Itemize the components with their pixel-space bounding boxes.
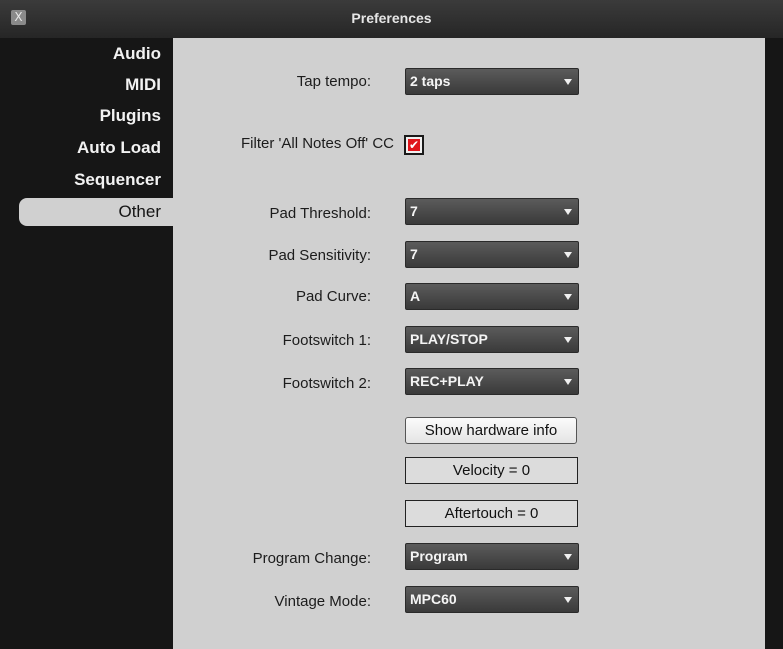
- sidebar-item-other[interactable]: Other: [19, 198, 173, 226]
- sidebar-item-plugins[interactable]: Plugins: [100, 102, 161, 130]
- pad-curve-label: Pad Curve:: [295, 288, 371, 305]
- chevron-down-icon: [564, 79, 572, 85]
- tap-tempo-label: Tap tempo:: [296, 73, 371, 90]
- pad-curve-value: A: [410, 288, 421, 304]
- pad-sensitivity-value: 7: [410, 246, 418, 262]
- checkmark-icon: ✔: [408, 138, 420, 152]
- chevron-down-icon: [564, 554, 572, 560]
- pad-sensitivity-label: Pad Sensitivity:: [268, 247, 371, 264]
- title-bar: X Preferences: [0, 0, 783, 39]
- vintage-mode-label: Vintage Mode:: [274, 593, 371, 610]
- vintage-mode-value: MPC60: [410, 591, 457, 607]
- chevron-down-icon: [564, 294, 572, 300]
- footswitch-2-value: REC+PLAY: [410, 373, 484, 389]
- vintage-mode-dropdown[interactable]: MPC60: [405, 586, 579, 613]
- preferences-sidebar: Audio MIDI Plugins Auto Load Sequencer O…: [0, 38, 173, 649]
- sidebar-item-midi[interactable]: MIDI: [125, 71, 161, 99]
- footswitch-1-label: Footswitch 1:: [282, 332, 371, 349]
- program-change-dropdown[interactable]: Program: [405, 543, 579, 570]
- footswitch-2-label: Footswitch 2:: [282, 375, 371, 392]
- chevron-down-icon: [564, 597, 572, 603]
- sidebar-item-audio[interactable]: Audio: [113, 40, 161, 68]
- tap-tempo-dropdown[interactable]: 2 taps: [405, 68, 579, 95]
- chevron-down-icon: [564, 337, 572, 343]
- velocity-readout: Velocity = 0: [405, 457, 578, 484]
- show-hardware-info-button[interactable]: Show hardware info: [405, 417, 577, 444]
- window-title: Preferences: [351, 10, 432, 26]
- pad-threshold-dropdown[interactable]: 7: [405, 198, 579, 225]
- right-edge: [765, 38, 783, 649]
- footswitch-2-dropdown[interactable]: REC+PLAY: [405, 368, 579, 395]
- pad-threshold-label: Pad Threshold:: [269, 205, 371, 222]
- chevron-down-icon: [564, 252, 572, 258]
- program-change-label: Program Change:: [252, 550, 371, 567]
- tap-tempo-value: 2 taps: [410, 73, 451, 89]
- pad-sensitivity-dropdown[interactable]: 7: [405, 241, 579, 268]
- pad-threshold-value: 7: [410, 203, 418, 219]
- settings-panel: Tap tempo: 2 taps Filter 'All Notes Off'…: [173, 38, 765, 649]
- preferences-window: X Preferences Audio MIDI Plugins Auto Lo…: [0, 0, 783, 649]
- filter-all-notes-off-checkbox[interactable]: ✔: [404, 135, 424, 155]
- sidebar-item-sequencer[interactable]: Sequencer: [74, 166, 161, 194]
- program-change-value: Program: [410, 548, 468, 564]
- pad-curve-dropdown[interactable]: A: [405, 283, 579, 310]
- footswitch-1-value: PLAY/STOP: [410, 331, 488, 347]
- chevron-down-icon: [564, 209, 572, 215]
- filter-all-notes-off-label: Filter 'All Notes Off' CC: [241, 135, 394, 152]
- aftertouch-readout: Aftertouch = 0: [405, 500, 578, 527]
- chevron-down-icon: [564, 379, 572, 385]
- footswitch-1-dropdown[interactable]: PLAY/STOP: [405, 326, 579, 353]
- sidebar-item-auto-load[interactable]: Auto Load: [77, 134, 161, 162]
